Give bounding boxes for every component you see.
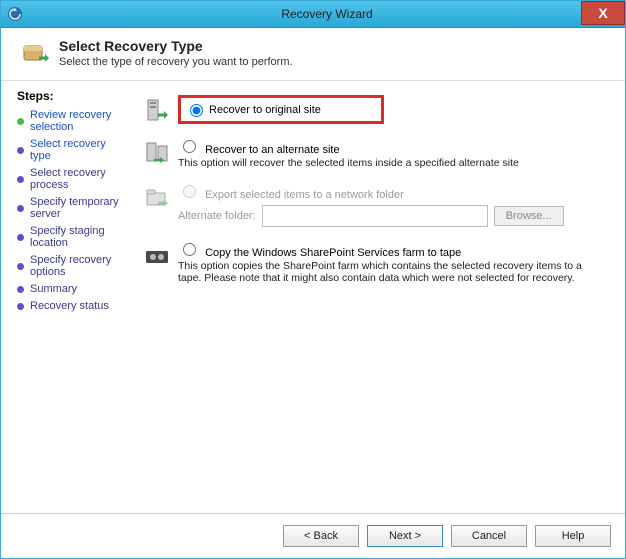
tape-icon [144, 243, 170, 269]
alternate-folder-input [262, 205, 488, 227]
server-restore-icon [144, 97, 170, 123]
option-export-network: Export selected items to a network folde… [144, 183, 607, 227]
step-specify-temporary-server: Specify temporary server [17, 196, 128, 220]
recovery-wizard-window: Recovery Wizard X Select Recovery Type S… [0, 0, 626, 559]
server-alternate-icon [144, 140, 170, 166]
label-export-network: Export selected items to a network folde… [205, 189, 404, 201]
close-button[interactable]: X [581, 1, 625, 25]
browse-button: Browse... [494, 206, 564, 226]
step-select-recovery-type[interactable]: Select recovery type [17, 138, 128, 162]
option-recover-alternate: Recover to an alternate site This option… [144, 138, 607, 169]
alternate-folder-label: Alternate folder: [178, 210, 256, 222]
step-specify-recovery-options: Specify recovery options [17, 254, 128, 278]
label-copy-to-tape: Copy the Windows SharePoint Services far… [205, 247, 461, 259]
steps-sidebar: Steps: Review recovery selection Select … [1, 81, 136, 508]
step-select-recovery-process: Select recovery process [17, 167, 128, 191]
next-button[interactable]: Next > [367, 525, 443, 547]
option-copy-to-tape: Copy the Windows SharePoint Services far… [144, 241, 607, 284]
folder-network-icon [144, 185, 170, 211]
titlebar: Recovery Wizard X [1, 1, 625, 28]
options-panel: Recover to original site Recover to an a… [136, 81, 625, 508]
radio-export-network [183, 185, 196, 198]
page-subtitle: Select the type of recovery you want to … [59, 56, 293, 68]
label-recover-alternate: Recover to an alternate site [205, 144, 340, 156]
help-button[interactable]: Help [535, 525, 611, 547]
option-recover-original: Recover to original site [144, 95, 607, 124]
step-specify-staging-location: Specify staging location [17, 225, 128, 249]
page-header: Select Recovery Type Select the type of … [1, 28, 625, 81]
step-summary: Summary [17, 283, 128, 295]
desc-copy-to-tape: This option copies the SharePoint farm w… [178, 260, 607, 284]
page-title: Select Recovery Type [59, 38, 293, 54]
highlight-box: Recover to original site [178, 95, 384, 124]
desc-recover-alternate: This option will recover the selected it… [178, 157, 519, 169]
radio-recover-original[interactable] [190, 104, 203, 117]
step-review-recovery-selection[interactable]: Review recovery selection [17, 109, 128, 133]
step-recovery-status: Recovery status [17, 300, 128, 312]
back-button[interactable]: < Back [283, 525, 359, 547]
cancel-button[interactable]: Cancel [451, 525, 527, 547]
radio-copy-to-tape[interactable] [183, 243, 196, 256]
footer-buttons: < Back Next > Cancel Help [1, 513, 625, 558]
app-icon [7, 6, 23, 22]
window-title: Recovery Wizard [29, 7, 625, 21]
recovery-icon [21, 40, 49, 68]
steps-heading: Steps: [17, 89, 128, 103]
radio-recover-alternate[interactable] [183, 140, 196, 153]
label-recover-original: Recover to original site [209, 104, 321, 116]
